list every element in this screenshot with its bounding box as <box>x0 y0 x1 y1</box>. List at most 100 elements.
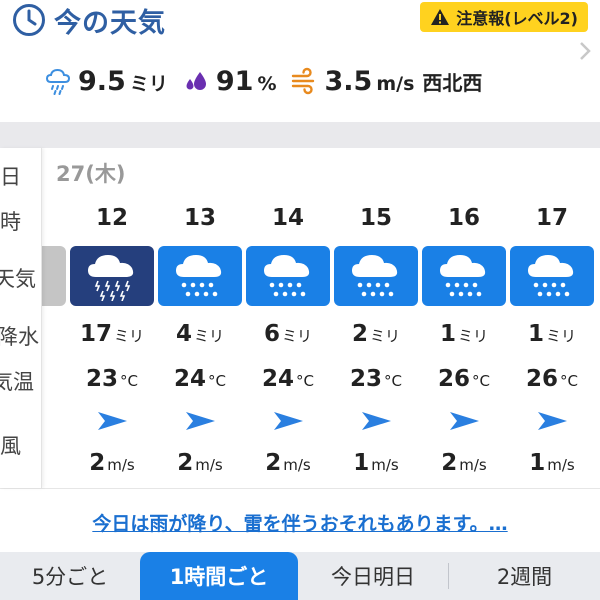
tab-5min[interactable]: 5分ごと <box>0 552 140 600</box>
row-label-wind: 風 <box>0 434 21 458</box>
temp-unit: °C <box>296 372 314 390</box>
hour-column: 14 6 ミリ 24 °C 2 m/s <box>244 148 332 488</box>
current-humidity-value: 91 <box>215 65 254 97</box>
temp-cell: 23 °C <box>68 366 156 392</box>
row-label-weather: 天気 <box>0 267 36 291</box>
wind-speed-value: 2 <box>441 450 458 476</box>
temp-cell: 26 °C <box>420 366 508 392</box>
current-wind: 3.5 m/s 西北西 <box>290 66 482 97</box>
wind-speed-unit: m/s <box>547 456 575 474</box>
temp-unit: °C <box>560 372 578 390</box>
wind-speed-cell: 2 m/s <box>244 450 332 476</box>
rain-icon <box>440 255 486 297</box>
temp-unit: °C <box>120 372 138 390</box>
temp-unit: °C <box>384 372 402 390</box>
precip-unit: ミリ <box>458 327 489 345</box>
rain-icon <box>528 255 574 297</box>
precip-value: 6 <box>263 321 280 347</box>
forecast-summary-link[interactable]: 今日は雨が降り、雷を伴うおそれもあります。… <box>0 509 600 536</box>
humidity-drops-icon <box>186 72 206 90</box>
section-divider <box>0 122 600 148</box>
precip-value: 4 <box>175 321 192 347</box>
hour-label: 12 <box>95 205 128 231</box>
weather-icon-box <box>422 246 506 306</box>
temp-value: 23 <box>350 366 383 392</box>
wind-icon <box>292 67 315 95</box>
warning-icon <box>431 9 450 25</box>
precip-unit: ミリ <box>114 327 145 345</box>
precip-cell: 6 ミリ <box>244 321 332 347</box>
precip-unit: ミリ <box>370 327 401 345</box>
wind-speed-cell: 1 m/s <box>332 450 420 476</box>
current-precip-unit: ミリ <box>129 72 168 95</box>
precip-unit: ミリ <box>194 327 225 345</box>
chevron-right-icon[interactable] <box>578 40 592 62</box>
temp-cell: 26 °C <box>508 366 596 392</box>
hour-label: 15 <box>359 205 392 231</box>
current-weather-title-row: 今の天気 <box>12 0 166 40</box>
current-humidity-unit: % <box>257 72 277 95</box>
rain-icon <box>352 255 398 297</box>
current-weather-panel: 今の天気 注意報(レベル2) 9.5 ミリ 91 % 3.5 m/s 西北西 <box>0 0 600 122</box>
wind-speed-cell: 2 m/s <box>420 450 508 476</box>
tab-hourly[interactable]: 1時間ごと <box>140 552 298 600</box>
precip-value: 1 <box>439 321 456 347</box>
thunder-rain-icon <box>88 255 134 301</box>
temp-value: 26 <box>526 366 559 392</box>
current-humidity: 91 % <box>182 65 277 97</box>
row-label-temp: 気温 <box>0 370 34 394</box>
temp-cell: 24 °C <box>244 366 332 392</box>
wind-direction-arrow-icon <box>186 412 215 430</box>
temp-value: 24 <box>262 366 295 392</box>
current-wind-value: 3.5 <box>324 65 373 97</box>
hour-column: 16 1 ミリ 26 °C 2 m/s <box>420 148 508 488</box>
row-label-precip: 降水 <box>0 325 39 349</box>
current-precip: 9.5 ミリ <box>44 66 168 97</box>
rain-cloud-icon <box>45 68 71 95</box>
tab-2weeks[interactable]: 2週間 <box>449 552 600 600</box>
precip-value: 2 <box>351 321 368 347</box>
rain-icon <box>176 255 222 297</box>
temp-value: 26 <box>438 366 471 392</box>
row-label-column: 日 時 天気 降水 気温 風 <box>0 148 42 488</box>
wind-speed-value: 2 <box>177 450 194 476</box>
precip-value: 17 <box>79 321 112 347</box>
precip-cell: 17 ミリ <box>68 321 156 347</box>
weather-icon-box <box>246 246 330 306</box>
wind-speed-cell: 2 m/s <box>156 450 244 476</box>
precip-cell: 1 ミリ <box>508 321 596 347</box>
row-label-day: 日 <box>0 165 21 189</box>
hour-column: 12 17 ミリ 23 °C 2 m/s <box>68 148 156 488</box>
weather-icon-partial <box>42 246 66 306</box>
hour-column: 17 1 ミリ 26 °C 1 m/s <box>508 148 596 488</box>
precip-value: 1 <box>527 321 544 347</box>
wind-speed-cell: 1 m/s <box>508 450 596 476</box>
precip-unit: ミリ <box>546 327 577 345</box>
hour-column: 15 2 ミリ 23 °C 1 m/s <box>332 148 420 488</box>
precip-cell: 2 ミリ <box>332 321 420 347</box>
current-wind-unit: m/s <box>376 72 415 95</box>
wind-speed-unit: m/s <box>195 456 223 474</box>
wind-speed-value: 2 <box>89 450 106 476</box>
weather-advisory-badge[interactable]: 注意報(レベル2) <box>420 2 588 32</box>
wind-speed-value: 2 <box>265 450 282 476</box>
weather-icon-box <box>158 246 242 306</box>
weather-icon-box <box>334 246 418 306</box>
current-wind-direction: 西北西 <box>422 70 483 95</box>
wind-speed-unit: m/s <box>371 456 399 474</box>
precip-cell: 1 ミリ <box>420 321 508 347</box>
wind-speed-unit: m/s <box>107 456 135 474</box>
wind-direction-arrow-icon <box>98 412 127 430</box>
tab-today-tomorrow[interactable]: 今日明日 <box>298 552 448 600</box>
hourly-forecast-table[interactable]: 日 時 天気 降水 気温 風 27(木) 12 17 ミリ 23 °C 2 m/s <box>0 148 600 488</box>
hour-column: 13 4 ミリ 24 °C 2 m/s <box>156 148 244 488</box>
hour-label: 14 <box>271 205 304 231</box>
weather-advisory-label: 注意報(レベル2) <box>456 9 578 28</box>
current-precip-value: 9.5 <box>78 65 126 97</box>
row-label-time: 時 <box>0 210 21 234</box>
hour-label: 16 <box>447 205 480 231</box>
wind-direction-arrow-icon <box>450 412 479 430</box>
page-title: 今の天気 <box>54 7 166 39</box>
temp-cell: 23 °C <box>332 366 420 392</box>
precip-cell: 4 ミリ <box>156 321 244 347</box>
